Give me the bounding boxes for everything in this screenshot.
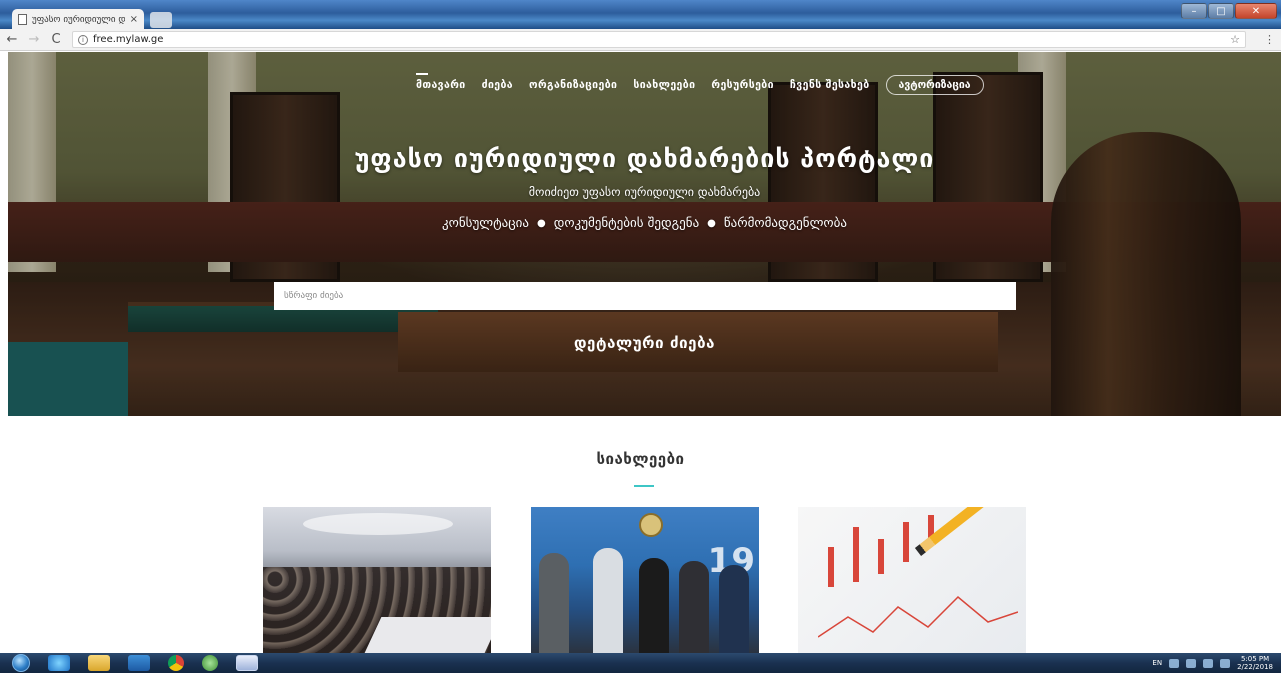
seal-icon [639, 513, 663, 537]
card-image-detail [303, 513, 453, 535]
language-indicator[interactable]: EN [1152, 659, 1162, 667]
person-figure [679, 561, 709, 653]
app-icon[interactable] [202, 655, 218, 671]
maximize-icon[interactable]: □ [1208, 3, 1234, 19]
nav-organizations[interactable]: ორგანიზაციები [529, 79, 617, 91]
browser-toolbar: ← → C i free.mylaw.ge ☆ ⋮ [0, 29, 1281, 51]
news-heading: სიახლეები [596, 450, 685, 468]
hero-banner: მთავარი ძიება ორგანიზაციები სიახლეები რე… [8, 52, 1281, 416]
hero-subtitle: მოიძიეთ უფასო იურიდიული დახმარება [528, 185, 761, 199]
url-text[interactable]: free.mylaw.ge [93, 34, 163, 45]
news-card-team[interactable]: 19 [531, 507, 759, 653]
volume-icon[interactable] [1220, 658, 1231, 668]
card-image-detail [364, 617, 491, 653]
forward-icon[interactable]: → [28, 32, 40, 47]
services-list: კონსულტაცია ● დოკუმენტების შედგენა ● წარ… [8, 216, 1281, 231]
clock[interactable]: 5:05 PM 2/22/2018 [1237, 655, 1273, 671]
person-figure [719, 565, 749, 653]
window-controls: – □ ✕ [1181, 3, 1277, 19]
bookmark-star-icon[interactable]: ☆ [1230, 33, 1240, 46]
card-image-detail [828, 547, 834, 587]
tab-title: უფასო იურიდიული დ [32, 14, 125, 25]
advanced-search-link[interactable]: დეტალური ძიება [8, 334, 1281, 352]
bullet-icon: ● [707, 218, 716, 229]
page-icon [18, 14, 27, 25]
new-tab-button[interactable] [150, 12, 172, 28]
person-figure [539, 553, 569, 653]
flag-icon[interactable] [1203, 658, 1214, 668]
word-icon[interactable] [236, 655, 258, 671]
nav-search[interactable]: ძიება [482, 79, 513, 91]
person-figure [593, 548, 623, 653]
windows-taskbar: EN 5:05 PM 2/22/2018 [0, 653, 1281, 673]
browser-tab[interactable]: უფასო იურიდიული დ × [12, 9, 144, 30]
minimize-icon[interactable]: – [1181, 3, 1207, 19]
news-card-seminar[interactable] [263, 507, 491, 653]
address-bar[interactable]: i free.mylaw.ge ☆ [72, 31, 1246, 48]
reload-icon[interactable]: C [50, 32, 62, 47]
nav-home[interactable]: მთავარი [416, 73, 466, 91]
service-consultation: კონსულტაცია [442, 216, 529, 231]
nav-news[interactable]: სიახლეები [633, 79, 695, 91]
card-image-detail [818, 595, 1018, 638]
network-icon[interactable] [1186, 658, 1197, 668]
clock-time: 5:05 PM [1240, 655, 1270, 663]
hero-overlay [8, 52, 1281, 416]
main-navigation: მთავარი ძიება ორგანიზაციები სიახლეები რე… [416, 73, 984, 96]
back-icon[interactable]: ← [6, 32, 18, 47]
nav-about[interactable]: ჩვენს შესახებ [790, 79, 870, 91]
media-player-icon[interactable] [128, 655, 150, 671]
quick-search-input[interactable] [274, 282, 1016, 310]
nav-resources[interactable]: რესურსები [711, 79, 774, 91]
browser-menu-icon[interactable]: ⋮ [1264, 33, 1275, 46]
card-image-detail [878, 539, 884, 574]
chrome-icon[interactable] [168, 655, 184, 671]
file-explorer-icon[interactable] [88, 655, 110, 671]
info-icon[interactable]: i [78, 34, 88, 45]
person-figure [639, 558, 669, 653]
system-tray: EN 5:05 PM 2/22/2018 [1152, 655, 1281, 671]
service-representation: წარმომადგენლობა [723, 216, 847, 231]
news-heading-underline [634, 485, 654, 487]
start-button[interactable] [12, 654, 30, 672]
news-card-chart[interactable] [798, 507, 1026, 653]
browser-titlebar: უფასო იურიდიული დ × – □ ✕ [0, 0, 1281, 30]
tab-close-icon[interactable]: × [130, 14, 138, 25]
clock-date: 2/22/2018 [1237, 663, 1273, 671]
service-documents: დოკუმენტების შედგენა [553, 216, 700, 231]
hero-title: უფასო იურიდიული დახმარების პორტალი [354, 144, 935, 173]
bullet-icon: ● [536, 218, 546, 229]
card-image-detail [903, 522, 909, 562]
close-window-icon[interactable]: ✕ [1235, 3, 1277, 19]
tray-arrow-icon[interactable] [1169, 658, 1180, 668]
card-image-detail [853, 527, 859, 582]
internet-explorer-icon[interactable] [48, 655, 70, 671]
login-button[interactable]: ავტორიზაცია [885, 75, 984, 95]
